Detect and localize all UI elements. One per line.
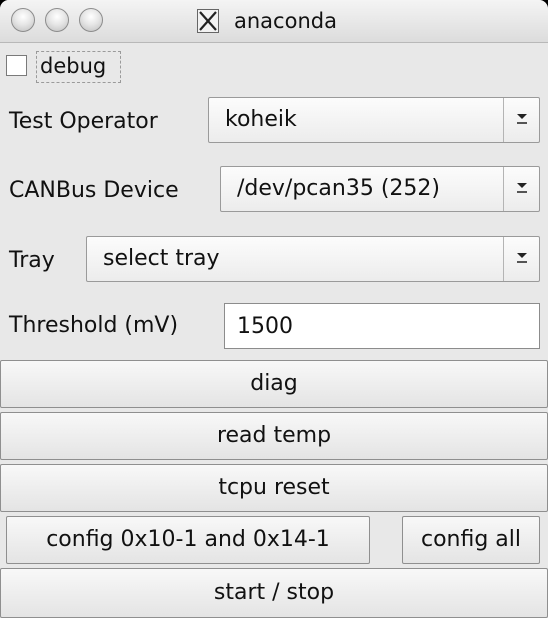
config-all-button[interactable]: config all xyxy=(402,516,540,564)
diag-button[interactable]: diag xyxy=(0,360,548,408)
window-title: anaconda xyxy=(234,9,337,33)
test-operator-value: koheik xyxy=(225,107,297,132)
read-temp-button[interactable]: read temp xyxy=(0,412,548,460)
chevron-down-icon[interactable] xyxy=(503,167,539,211)
debug-label[interactable]: debug xyxy=(36,51,121,83)
tcpu-reset-button[interactable]: tcpu reset xyxy=(0,464,548,512)
zoom-button[interactable] xyxy=(79,8,103,32)
x11-icon xyxy=(197,9,219,33)
minimize-button[interactable] xyxy=(45,8,69,32)
canbus-device-select[interactable]: /dev/pcan35 (252) xyxy=(220,166,540,212)
debug-checkbox[interactable] xyxy=(6,55,27,76)
title-bar[interactable]: anaconda xyxy=(0,0,548,43)
test-operator-select[interactable]: koheik xyxy=(208,97,540,143)
chevron-down-icon[interactable] xyxy=(503,237,539,281)
chevron-down-icon[interactable] xyxy=(503,98,539,142)
app-window: anaconda debug Test Operator koheik CANB… xyxy=(0,0,548,618)
tray-value: select tray xyxy=(103,246,220,271)
canbus-device-label: CANBus Device xyxy=(9,178,179,203)
threshold-label: Threshold (mV) xyxy=(9,313,179,338)
threshold-input[interactable] xyxy=(224,303,540,349)
close-button[interactable] xyxy=(11,8,35,32)
tray-label: Tray xyxy=(9,248,55,273)
start-stop-button[interactable]: start / stop xyxy=(0,568,548,618)
canbus-device-value: /dev/pcan35 (252) xyxy=(237,176,440,201)
config-0x10-0x14-button[interactable]: config 0x10-1 and 0x14-1 xyxy=(6,516,370,564)
test-operator-label: Test Operator xyxy=(9,109,158,134)
tray-select[interactable]: select tray xyxy=(86,236,540,282)
